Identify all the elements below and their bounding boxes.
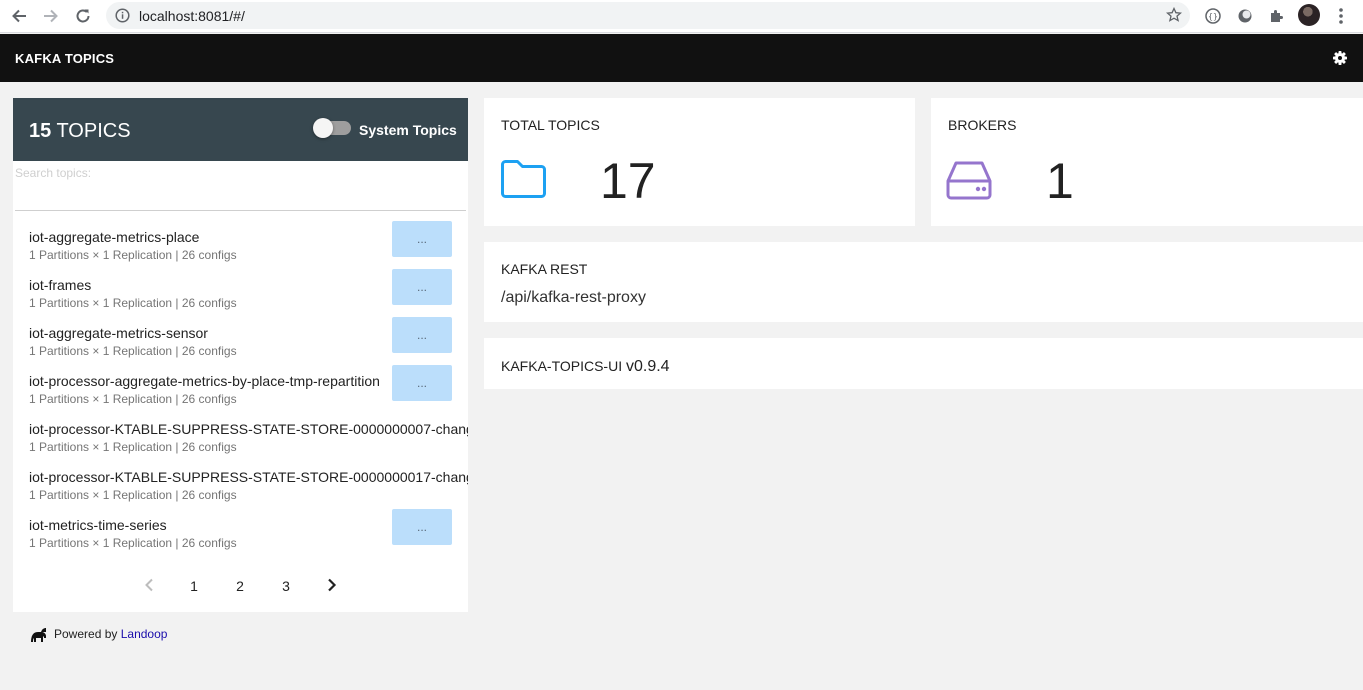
topic-name[interactable]: iot-aggregate-metrics-place (29, 229, 199, 245)
settings-gear-icon[interactable] (1333, 51, 1347, 70)
app-name: KAFKA-TOPICS-UI (501, 358, 623, 374)
svg-text:{}: {} (1208, 12, 1218, 21)
extension-shield-icon[interactable] (1235, 6, 1255, 26)
system-topics-label: System Topics (359, 122, 457, 138)
toggle-knob[interactable] (313, 118, 333, 138)
hard-drive-icon (946, 160, 992, 205)
extension-icon[interactable]: {} (1203, 6, 1223, 26)
topic-row[interactable]: iot-metrics-time-series 1 Partitions × 1… (13, 509, 468, 565)
total-topics-label: TOTAL TOPICS (501, 117, 600, 133)
topics-count: 15 TOPICS (29, 120, 131, 142)
brokers-value: 1 (1046, 153, 1074, 209)
kafka-rest-card: KAFKA REST /api/kafka-rest-proxy (484, 242, 1363, 322)
topics-panel-header: 15 TOPICS System Topics (13, 98, 468, 161)
app-version: v0.9.4 (625, 358, 670, 375)
topic-meta: 1 Partitions × 1 Replication | 26 config… (29, 440, 237, 454)
pagination: 1 2 3 (13, 578, 468, 598)
topic-action-button[interactable]: ... (392, 221, 452, 257)
topic-name[interactable]: iot-processor-aggregate-metrics-by-place… (29, 373, 380, 389)
total-topics-card: TOTAL TOPICS 17 (484, 98, 915, 226)
topic-meta: 1 Partitions × 1 Replication | 26 config… (29, 392, 237, 406)
total-topics-value: 17 (600, 153, 656, 209)
topic-meta: 1 Partitions × 1 Replication | 26 config… (29, 344, 237, 358)
bookmark-star-icon[interactable] (1165, 6, 1183, 28)
topics-panel: 15 TOPICS System Topics iot-aggregate-me… (13, 98, 468, 612)
topic-row[interactable]: iot-processor-aggregate-metrics-by-place… (13, 365, 468, 421)
prev-page-icon[interactable] (139, 578, 159, 595)
kafka-rest-label: KAFKA REST (501, 261, 588, 277)
address-bar[interactable]: localhost:8081/#/ (106, 2, 1190, 29)
site-info-icon[interactable] (115, 8, 130, 28)
page-link-2[interactable]: 2 (230, 578, 250, 594)
topic-name[interactable]: iot-frames (29, 277, 91, 293)
topic-meta: 1 Partitions × 1 Replication | 26 config… (29, 248, 237, 262)
browser-toolbar: localhost:8081/#/ {} (0, 0, 1363, 33)
system-topics-toggle[interactable] (313, 118, 351, 138)
folder-icon (500, 158, 548, 205)
version-line: KAFKA-TOPICS-UI v0.9.4 (501, 358, 670, 376)
elephant-logo-icon (28, 628, 48, 648)
topic-action-button[interactable]: ... (392, 317, 452, 353)
topic-name[interactable]: iot-processor-KTABLE-SUPPRESS-STATE-STOR… (29, 469, 468, 485)
app-title[interactable]: KAFKA TOPICS (15, 51, 114, 66)
more-menu-icon[interactable] (1331, 6, 1351, 26)
back-icon[interactable] (6, 4, 32, 28)
topic-action-button[interactable]: ... (392, 365, 452, 401)
topic-action-button[interactable]: ... (392, 509, 452, 545)
topic-name[interactable]: iot-metrics-time-series (29, 517, 167, 533)
brokers-card: BROKERS 1 (931, 98, 1363, 226)
about-card: KAFKA-TOPICS-UI v0.9.4 (484, 338, 1363, 389)
puzzle-icon[interactable] (1267, 6, 1287, 26)
page-link-3[interactable]: 3 (276, 578, 296, 594)
powered-by: Powered by Landoop (28, 625, 167, 648)
url-text: localhost:8081/#/ (139, 8, 245, 24)
forward-icon[interactable] (38, 4, 64, 28)
topic-meta: 1 Partitions × 1 Replication | 26 config… (29, 488, 237, 502)
profile-avatar[interactable] (1298, 4, 1320, 26)
landoop-link[interactable]: Landoop (121, 627, 168, 641)
topic-action-button[interactable]: ... (392, 269, 452, 305)
next-page-icon[interactable] (322, 578, 342, 595)
powered-by-text: Powered by (54, 627, 118, 641)
kafka-rest-value: /api/kafka-rest-proxy (501, 289, 646, 306)
topic-meta: 1 Partitions × 1 Replication | 26 config… (29, 296, 237, 310)
brokers-label: BROKERS (948, 117, 1017, 133)
topic-row[interactable]: iot-processor-KTABLE-SUPPRESS-STATE-STOR… (13, 421, 468, 469)
topic-meta: 1 Partitions × 1 Replication | 26 config… (29, 536, 237, 550)
app-header: KAFKA TOPICS (0, 34, 1363, 82)
page-link-1[interactable]: 1 (184, 578, 204, 594)
topic-name[interactable]: iot-aggregate-metrics-sensor (29, 325, 208, 341)
search-topics-input[interactable] (15, 165, 466, 211)
topic-name[interactable]: iot-processor-KTABLE-SUPPRESS-STATE-STOR… (29, 421, 468, 437)
reload-icon[interactable] (70, 4, 96, 28)
